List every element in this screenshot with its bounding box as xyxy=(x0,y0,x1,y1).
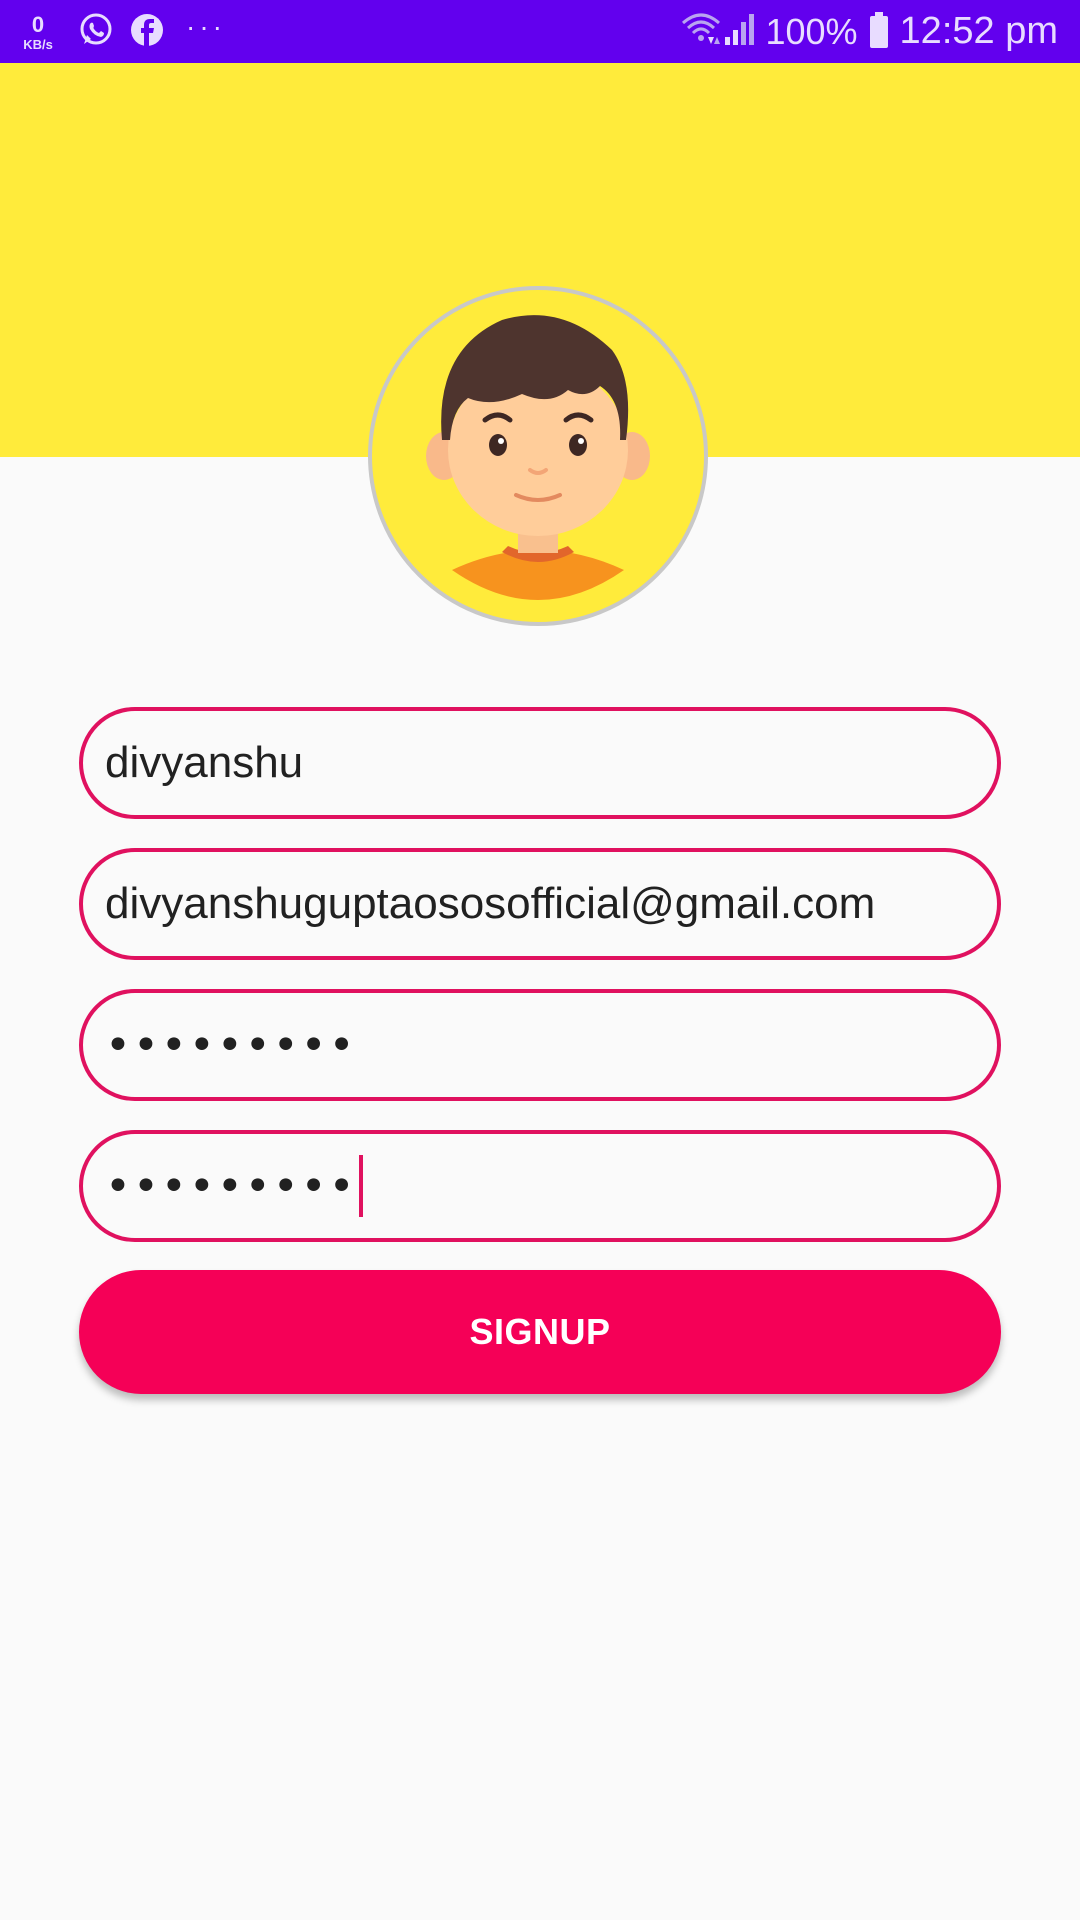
signup-button[interactable]: SIGNUP xyxy=(79,1270,1001,1394)
status-bar: 0 KB/s ··· 100% 12:52 pm xyxy=(0,0,1080,63)
wifi-icon xyxy=(681,11,721,52)
password-field[interactable]: ••••••••• xyxy=(79,989,1001,1101)
network-speed-value: 0 xyxy=(31,11,45,37)
username-input[interactable] xyxy=(105,738,997,788)
clock: 12:52 pm xyxy=(899,10,1058,52)
status-bar-left: 0 KB/s ··· xyxy=(18,10,226,54)
confirm-password-field[interactable]: ••••••••• xyxy=(79,1130,1001,1242)
more-dots-icon: ··· xyxy=(186,11,226,42)
facebook-icon xyxy=(130,13,164,52)
password-input[interactable]: ••••••••• xyxy=(105,1020,357,1071)
status-bar-right: 100% 12:52 pm xyxy=(681,0,1058,63)
email-field[interactable] xyxy=(79,848,1001,960)
confirm-password-input[interactable]: ••••••••• xyxy=(105,1161,357,1212)
profile-avatar[interactable] xyxy=(368,286,708,626)
boy-avatar-icon xyxy=(426,315,650,600)
battery-icon xyxy=(869,11,888,48)
whatsapp-icon xyxy=(78,12,114,53)
network-speed-unit: KB/s xyxy=(23,36,53,52)
battery-percent: 100% xyxy=(765,10,858,52)
signal-icon xyxy=(721,11,757,52)
username-field[interactable] xyxy=(79,707,1001,819)
email-input[interactable] xyxy=(105,879,997,929)
text-cursor xyxy=(358,1155,363,1217)
network-speed: 0 KB/s xyxy=(18,11,58,52)
